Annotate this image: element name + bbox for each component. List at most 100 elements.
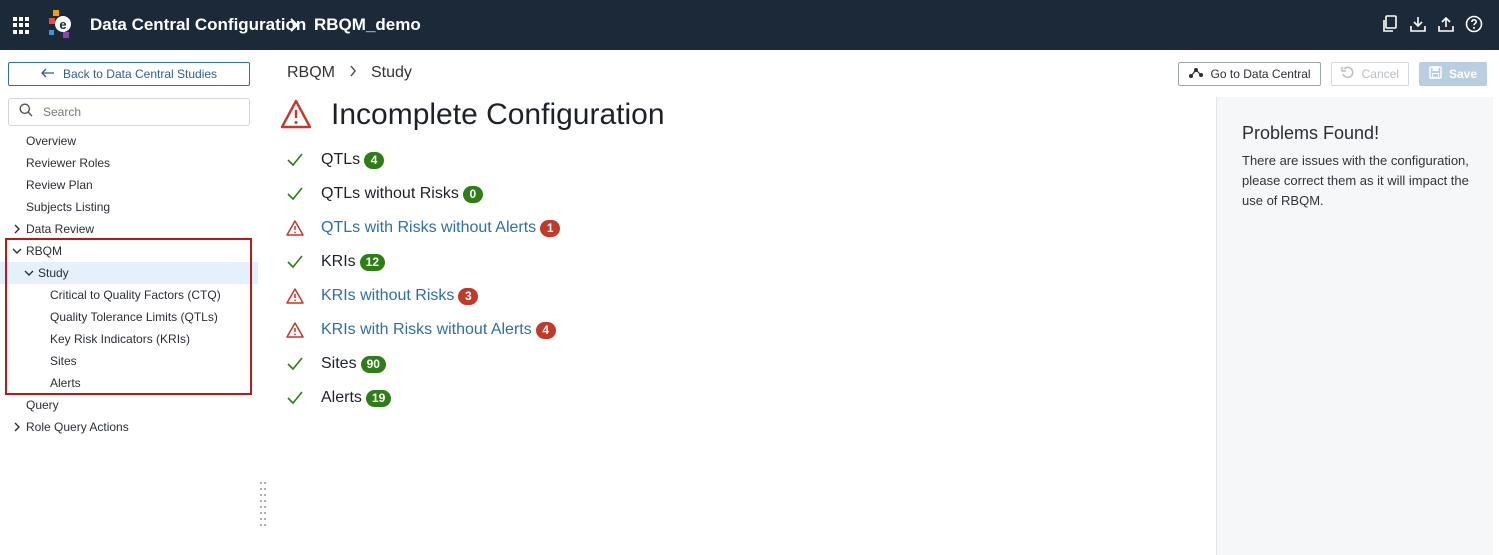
- count-badge: 90: [360, 355, 386, 373]
- checkmark-icon: [285, 150, 305, 170]
- check-label: KRIs: [321, 253, 356, 270]
- sidebar-item-label: Subjects Listing: [26, 200, 111, 214]
- panel-resize-handle[interactable]: [260, 482, 266, 526]
- sidebar-item-reviewer-roles[interactable]: Reviewer Roles: [0, 152, 258, 174]
- sidebar-item-label: Role Query Actions: [26, 420, 129, 434]
- top-bar: e Data Central Configuration RBQM_demo: [0, 0, 1499, 50]
- count-badge: 4: [364, 151, 385, 169]
- count-badge: 0: [462, 185, 483, 203]
- sidebar-item-label: RBQM: [26, 244, 62, 258]
- check-link[interactable]: KRIs without Risks: [321, 287, 454, 305]
- sidebar-item-query[interactable]: Query: [0, 394, 258, 416]
- logo-icon: e: [49, 10, 73, 40]
- cancel-button[interactable]: Cancel: [1330, 62, 1409, 86]
- count-badge: 3: [458, 287, 479, 305]
- sidebar: Back to Data Central Studies Overview Re…: [0, 50, 258, 555]
- upload-icon[interactable]: [1437, 15, 1455, 33]
- go-to-data-central-button[interactable]: Go to Data Central: [1177, 62, 1321, 86]
- sidebar-item-label: Query: [26, 398, 59, 412]
- save-icon: [1429, 66, 1442, 82]
- arrow-left-icon: [41, 67, 55, 81]
- sidebar-item-rbqm[interactable]: RBQM: [0, 240, 258, 262]
- chevron-right-icon: [349, 64, 357, 82]
- checkmark-icon: [285, 388, 305, 408]
- network-icon: [1188, 67, 1204, 82]
- search-box: [8, 98, 250, 126]
- page-actions: Go to Data Central Cancel Save: [1177, 62, 1487, 86]
- chevron-down-icon[interactable]: [24, 268, 34, 278]
- checkmark-icon: [285, 354, 305, 374]
- sidebar-item-subjects-listing[interactable]: Subjects Listing: [0, 196, 258, 218]
- sidebar-item-overview[interactable]: Overview: [0, 130, 258, 152]
- sidebar-item-label: Overview: [26, 134, 77, 148]
- check-row-alerts: Alerts 19: [285, 381, 560, 415]
- sidebar-item-label: Study: [38, 266, 69, 280]
- save-label: Save: [1448, 67, 1477, 81]
- check-row-kris-with-risks-without-alerts: KRIs with Risks without Alerts 4: [285, 313, 560, 347]
- copy-icon[interactable]: [1381, 15, 1399, 33]
- warning-icon: [285, 320, 305, 340]
- sidebar-item-data-review[interactable]: Data Review: [0, 218, 258, 240]
- warning-icon: [285, 218, 305, 238]
- chevron-right-icon: [289, 15, 299, 35]
- check-row-qtls-with-risks-without-alerts: QTLs with Risks without Alerts 1: [285, 211, 561, 245]
- page-title: Incomplete Configuration: [331, 98, 665, 131]
- check-row-sites: Sites 90: [285, 347, 560, 381]
- sidebar-item-label: Review Plan: [26, 178, 93, 192]
- count-badge: 12: [359, 253, 386, 271]
- configuration-checks: QTLs 4 QTLs without Risks 0 QTLs with Ri…: [285, 143, 561, 415]
- check-link[interactable]: KRIs with Risks without Alerts: [321, 321, 532, 339]
- back-button[interactable]: Back to Data Central Studies: [8, 62, 250, 86]
- go-to-data-central-label: Go to Data Central: [1210, 67, 1311, 81]
- sidebar-item-alerts[interactable]: Alerts: [0, 372, 258, 394]
- cancel-label: Cancel: [1361, 67, 1399, 81]
- header-actions: [1381, 15, 1483, 33]
- sidebar-item-role-query-actions[interactable]: Role Query Actions: [0, 416, 258, 438]
- check-row-qtls-without-risks: QTLs without Risks 0: [285, 177, 560, 211]
- breadcrumb: RBQM Study: [287, 64, 412, 82]
- chevron-down-icon[interactable]: [12, 246, 22, 256]
- check-label: QTLs: [321, 151, 361, 168]
- check-link[interactable]: QTLs with Risks without Alerts: [321, 219, 536, 237]
- warning-icon: [280, 99, 312, 129]
- sidebar-nav: Overview Reviewer Roles Review Plan Subj…: [0, 130, 258, 438]
- breadcrumb-study: Study: [371, 64, 412, 81]
- checkmark-icon: [285, 252, 305, 272]
- sidebar-item-label: Data Review: [26, 222, 95, 236]
- sidebar-item-review-plan[interactable]: Review Plan: [0, 174, 258, 196]
- checkmark-icon: [285, 184, 305, 204]
- sidebar-item-label: Quality Tolerance Limits (QTLs): [50, 310, 218, 324]
- sidebar-item-ctq[interactable]: Critical to Quality Factors (CTQ): [0, 284, 258, 306]
- save-button[interactable]: Save: [1418, 62, 1487, 86]
- check-row-kris-without-risks: KRIs without Risks 3: [285, 279, 560, 313]
- sidebar-item-label: Critical to Quality Factors (CTQ): [50, 288, 221, 302]
- back-button-label: Back to Data Central Studies: [62, 67, 218, 81]
- app-grid-icon[interactable]: [13, 17, 30, 34]
- search-input[interactable]: [43, 105, 233, 119]
- sidebar-item-study[interactable]: Study: [0, 262, 258, 284]
- check-row-kris: KRIs 12: [285, 245, 560, 279]
- breadcrumb-rbqm[interactable]: RBQM: [287, 64, 335, 82]
- download-icon[interactable]: [1409, 15, 1427, 33]
- sidebar-item-label: Reviewer Roles: [26, 156, 111, 170]
- sidebar-item-label: Alerts: [50, 376, 81, 390]
- app-title[interactable]: Data Central Configuration: [90, 15, 306, 35]
- count-badge: 4: [535, 321, 556, 339]
- svg-text:e: e: [59, 17, 66, 32]
- check-label: Alerts: [321, 389, 362, 406]
- project-name: RBQM_demo: [314, 15, 421, 34]
- chevron-right-icon[interactable]: [12, 224, 22, 234]
- sidebar-item-kris[interactable]: Key Risk Indicators (KRIs): [0, 328, 258, 350]
- check-label: Sites: [321, 355, 357, 372]
- sidebar-item-qtls[interactable]: Quality Tolerance Limits (QTLs): [0, 306, 258, 328]
- search-icon: [19, 103, 33, 122]
- sidebar-item-label: Key Risk Indicators (KRIs): [50, 332, 191, 346]
- sidebar-item-sites[interactable]: Sites: [0, 350, 258, 372]
- check-label: QTLs without Risks: [321, 185, 459, 202]
- count-badge: 1: [540, 219, 561, 237]
- chevron-right-icon[interactable]: [12, 422, 22, 432]
- help-icon[interactable]: [1465, 15, 1483, 33]
- undo-icon: [1340, 66, 1355, 83]
- sidebar-item-label: Sites: [50, 354, 77, 368]
- warning-icon: [285, 286, 305, 306]
